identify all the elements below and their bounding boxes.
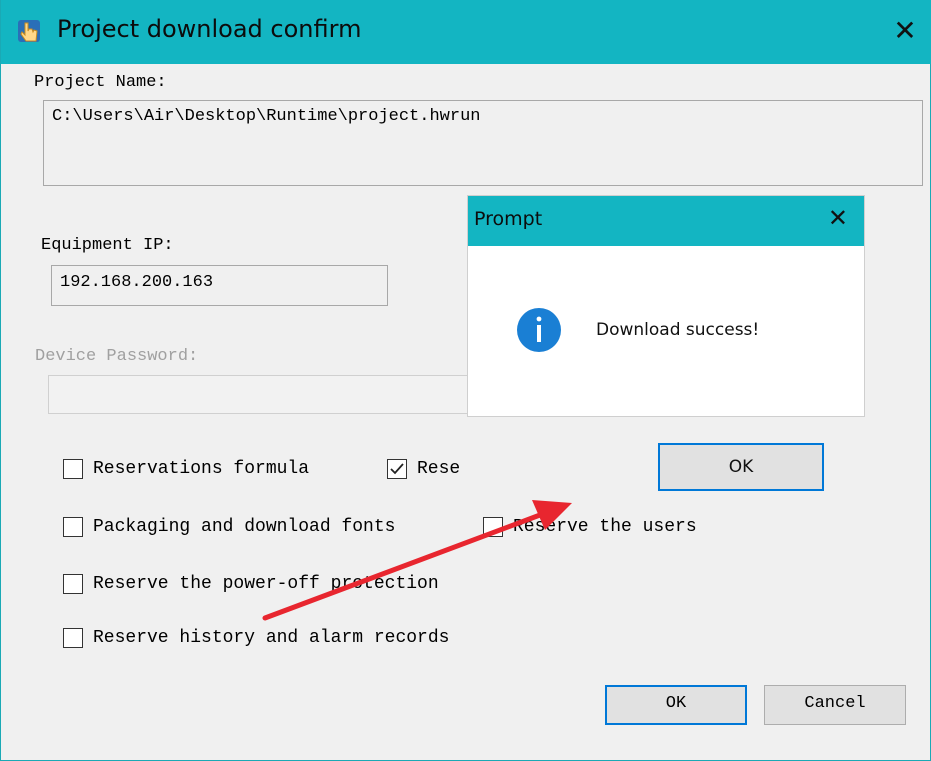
title-bar[interactable]: Project download confirm ✕ <box>1 0 931 64</box>
prompt-title-bar[interactable]: Prompt ✕ <box>468 196 864 246</box>
option-packaging-fonts[interactable]: Packaging and download fonts <box>63 517 395 537</box>
close-icon[interactable]: ✕ <box>888 14 922 48</box>
cancel-button[interactable]: Cancel <box>764 685 906 725</box>
project-name-label: Project Name: <box>34 73 167 92</box>
checkbox[interactable] <box>63 574 83 594</box>
option-label: Rese <box>417 459 461 479</box>
app-icon <box>18 20 40 42</box>
ok-button[interactable]: OK <box>605 685 747 725</box>
equipment-ip-field[interactable]: 192.168.200.163 <box>51 265 388 306</box>
option-label: Reservations formula <box>93 459 310 479</box>
prompt-close-icon[interactable]: ✕ <box>828 204 848 232</box>
checkbox[interactable] <box>63 517 83 537</box>
option-label: Packaging and download fonts <box>93 517 396 537</box>
device-password-label: Device Password: <box>35 347 199 366</box>
prompt-dialog: Prompt ✕ Download success! <box>468 196 864 416</box>
prompt-title: Prompt <box>474 208 543 230</box>
window-title: Project download confirm <box>57 15 362 43</box>
checkbox[interactable] <box>63 628 83 648</box>
option-label: Reserve the users <box>513 517 697 537</box>
option-power-off-protection[interactable]: Reserve the power-off protection <box>63 574 439 594</box>
prompt-ok-button[interactable]: OK <box>658 443 824 491</box>
prompt-message: Download success! <box>596 320 760 340</box>
checkmark-icon <box>390 463 404 475</box>
project-name-field[interactable]: C:\Users\Air\Desktop\Runtime\project.hwr… <box>43 100 923 186</box>
device-password-field[interactable] <box>48 375 478 414</box>
checkbox-checked[interactable] <box>387 459 407 479</box>
checkbox[interactable] <box>63 459 83 479</box>
option-label: Reserve the power-off protection <box>93 574 439 594</box>
equipment-ip-label: Equipment IP: <box>41 236 174 255</box>
option-reservations-formula[interactable]: Reservations formula <box>63 459 309 479</box>
checkbox[interactable] <box>483 517 503 537</box>
option-reserve-users[interactable]: Reserve the users <box>483 517 697 537</box>
info-icon <box>517 308 561 352</box>
option-history-alarm-records[interactable]: Reserve history and alarm records <box>63 628 449 648</box>
option-rese[interactable]: Rese <box>387 459 460 479</box>
option-label: Reserve history and alarm records <box>93 628 450 648</box>
